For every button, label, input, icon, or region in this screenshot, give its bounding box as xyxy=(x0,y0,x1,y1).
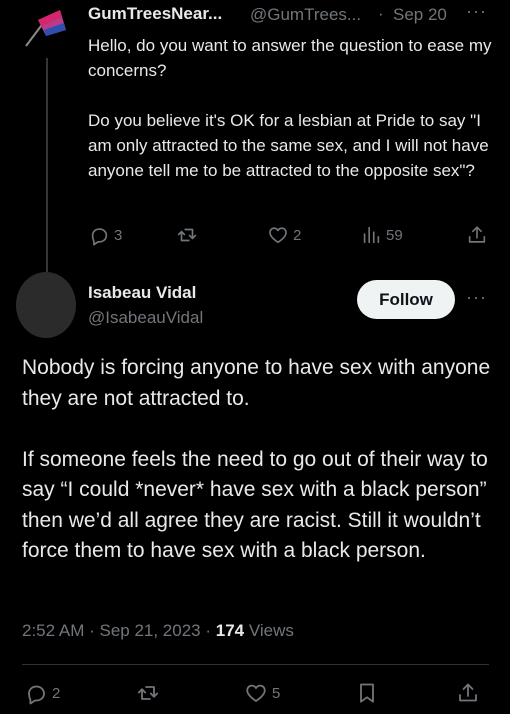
parent-display-name[interactable]: GumTreesNear... xyxy=(88,4,222,24)
tweet-time[interactable]: 2:52 AM xyxy=(22,621,84,640)
views-count: 59 xyxy=(386,226,403,244)
retweet-icon xyxy=(137,686,159,700)
tweet-paragraph: Nobody is forcing anyone to have sex wit… xyxy=(22,356,491,410)
retweet-button[interactable] xyxy=(136,681,160,705)
retweet-button[interactable] xyxy=(176,224,202,246)
reply-button[interactable]: 2 xyxy=(24,681,60,705)
like-button[interactable]: 2 xyxy=(267,224,301,246)
like-count: 5 xyxy=(272,684,281,702)
main-tweet-text: Nobody is forcing anyone to have sex wit… xyxy=(22,353,492,567)
share-icon xyxy=(459,683,477,702)
avatar[interactable] xyxy=(16,272,76,338)
more-icon[interactable]: ··· xyxy=(466,1,487,22)
avatar[interactable] xyxy=(22,6,68,52)
like-button[interactable]: 5 xyxy=(244,681,280,705)
follow-button[interactable]: Follow xyxy=(357,280,455,319)
parent-date[interactable]: Sep 20 xyxy=(393,5,447,25)
parent-action-bar: 3 2 59 xyxy=(88,224,488,248)
separator: · xyxy=(84,621,100,640)
tweet-date[interactable]: Sep 21, 2023 xyxy=(99,621,200,640)
parent-tweet-text: Hello, do you want to answer the questio… xyxy=(88,33,498,183)
main-display-name[interactable]: Isabeau Vidal xyxy=(88,283,196,303)
heart-icon xyxy=(246,684,266,702)
tweet-paragraph: Hello, do you want to answer the questio… xyxy=(88,36,492,80)
separator: · xyxy=(200,621,216,640)
views-label: Views xyxy=(248,621,294,640)
share-button[interactable] xyxy=(466,224,488,246)
flag-avatar-icon xyxy=(25,10,66,47)
retweet-icon xyxy=(177,228,197,242)
views-button[interactable]: 59 xyxy=(360,224,403,246)
tweet-paragraph: Do you believe it's OK for a lesbian at … xyxy=(88,111,489,180)
views-count: 174 xyxy=(215,621,245,640)
reply-count: 3 xyxy=(114,226,123,244)
reply-icon xyxy=(28,685,45,705)
main-handle[interactable]: @IsabeauVidal xyxy=(88,308,203,328)
share-button[interactable] xyxy=(456,681,480,705)
tweet-meta: 2:52 AM · Sep 21, 2023 · 174 Views xyxy=(22,621,294,641)
divider xyxy=(22,664,489,665)
share-icon xyxy=(468,226,486,243)
reply-count: 2 xyxy=(52,684,61,702)
bookmark-button[interactable] xyxy=(355,681,379,705)
heart-icon xyxy=(269,227,287,244)
thread-line xyxy=(46,58,48,272)
bookmark-icon xyxy=(360,683,374,703)
reply-icon xyxy=(91,228,108,246)
like-count: 2 xyxy=(293,226,302,244)
main-action-bar: 2 5 xyxy=(22,681,492,707)
more-icon[interactable]: ··· xyxy=(466,287,487,308)
reply-button[interactable]: 3 xyxy=(88,224,122,246)
parent-handle[interactable]: @GumTrees... xyxy=(250,5,361,25)
tweet-paragraph: If someone feels the need to go out of t… xyxy=(22,447,488,563)
separator: · xyxy=(378,4,384,23)
analytics-icon xyxy=(363,226,380,244)
